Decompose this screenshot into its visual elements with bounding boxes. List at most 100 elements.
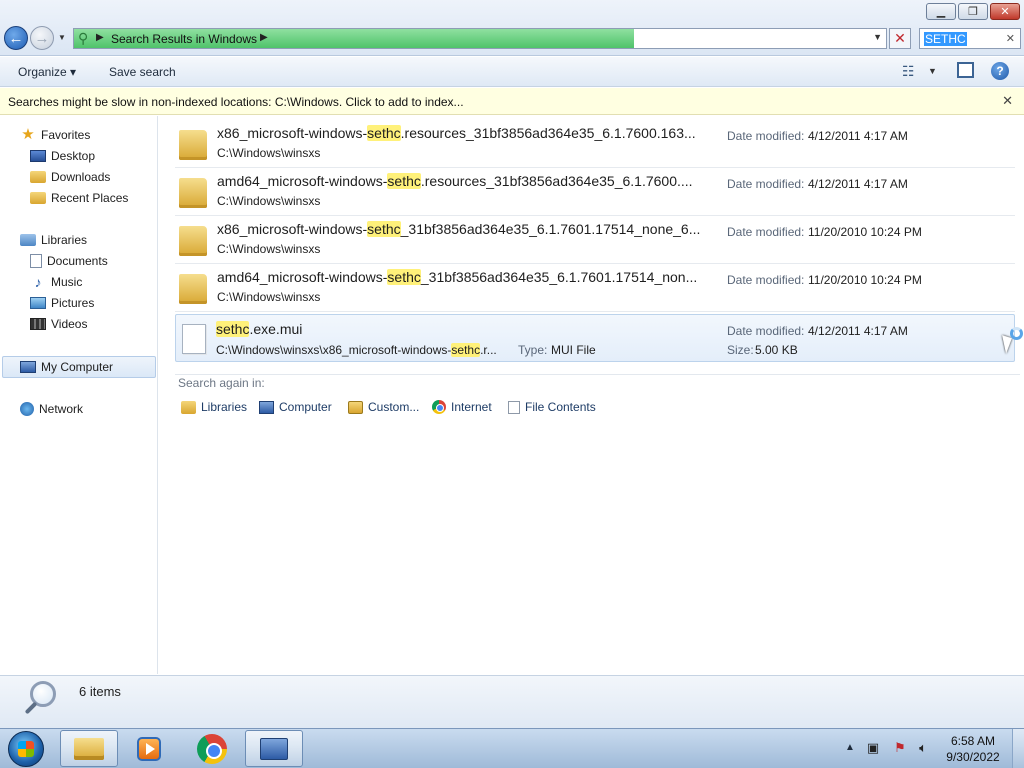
result-row[interactable]: x86_microsoft-windows-sethc_31bf3856ad36… (175, 216, 1015, 264)
result-path: C:\Windows\winsxs (217, 146, 321, 160)
search-match-highlight: sethc (387, 269, 421, 285)
sidebar-item-documents[interactable]: Documents (30, 252, 108, 270)
view-options-dropdown-icon[interactable]: ▼ (928, 66, 937, 76)
clock-time[interactable]: 6:58 AM (938, 734, 1008, 748)
volume-icon[interactable]: 🔈︎ (916, 741, 930, 755)
date-modified-value: 4/12/2011 4:17 AM (808, 177, 908, 191)
search-again-label: Search again in: (178, 376, 265, 390)
index-info-bar[interactable]: Searches might be slow in non-indexed lo… (0, 88, 1024, 115)
libraries-icon (20, 234, 36, 246)
recent-pages-dropdown[interactable]: ▼ (58, 33, 66, 42)
search-again-item-label: Libraries (201, 400, 248, 414)
sidebar-item-label: My Computer (41, 360, 114, 374)
search-results-list: x86_microsoft-windows-sethc .resources_31… (159, 116, 1024, 674)
item-count: 6 items (79, 684, 121, 699)
back-button[interactable]: ← (4, 26, 28, 50)
address-dropdown-icon[interactable]: ▼ (873, 32, 882, 42)
result-name-part: x86_microsoft-windows- (217, 221, 368, 237)
details-pane: 6 items (0, 675, 1024, 728)
search-input-value[interactable]: SETHC (924, 32, 967, 46)
organize-menu[interactable]: Organize ▾ (18, 65, 76, 79)
date-modified-label: Date modified: (727, 324, 805, 338)
taskbar-media-player-button[interactable] (120, 730, 178, 767)
result-name[interactable]: x86_microsoft-windows-sethc_31bf3856ad36… (217, 221, 717, 237)
maximize-button[interactable]: ❐ (958, 3, 988, 20)
navigation-pane: ★ Favorites Desktop Downloads Recent Pla… (0, 116, 158, 674)
sidebar-item-label: Favorites (41, 128, 91, 142)
search-again-item-label: File Contents (525, 400, 596, 414)
taskbar-remote-desktop-button[interactable] (245, 730, 303, 767)
close-icon[interactable]: ✕ (1002, 93, 1013, 109)
close-button[interactable]: ✕ (990, 3, 1020, 20)
size-label: Size: (727, 343, 754, 357)
date-modified-value: 4/12/2011 4:17 AM (808, 129, 908, 143)
taskbar-chrome-button[interactable] (183, 730, 241, 767)
result-name-part: .resources_31bf3856ad364e35_6.1.7600.... (420, 173, 693, 189)
sidebar-item-label: Music (51, 275, 83, 289)
divider (175, 374, 1020, 375)
sidebar-item-videos[interactable]: Videos (30, 315, 87, 333)
search-again-libraries[interactable]: Libraries (181, 398, 247, 416)
media-player-icon (137, 736, 161, 761)
chrome-icon (432, 400, 446, 414)
forward-button[interactable]: → (30, 26, 54, 50)
sidebar-item-libraries[interactable]: Libraries (20, 231, 87, 249)
sidebar-item-favorites[interactable]: ★ Favorites (20, 126, 90, 144)
action-center-flag-icon[interactable]: ⚑ (893, 741, 907, 755)
search-again-internet[interactable]: Internet (432, 398, 492, 416)
help-icon[interactable]: ? (991, 62, 1009, 80)
sidebar-item-pictures[interactable]: Pictures (30, 294, 94, 312)
change-view-icon[interactable]: ☷ (902, 63, 915, 80)
breadcrumb-search-results[interactable]: Search Results in Windows (111, 32, 257, 46)
sidebar-item-music[interactable]: ♪ Music (30, 273, 83, 291)
preview-pane-icon[interactable] (957, 62, 974, 78)
result-path: C:\Windows\winsxs (217, 290, 321, 304)
start-button[interactable] (8, 731, 44, 767)
search-again-file-contents[interactable]: File Contents (508, 398, 596, 416)
desktop-icon (30, 150, 46, 162)
result-row[interactable]: x86_microsoft-windows-sethc.resources_31… (175, 120, 1015, 168)
sidebar-item-network[interactable]: Network (20, 400, 83, 418)
clock-date[interactable]: 9/30/2022 (938, 750, 1008, 764)
date-modified-label: Date modified: (727, 177, 805, 191)
computer-icon (259, 400, 274, 414)
breadcrumb-arrow-icon[interactable]: ▶ (96, 32, 104, 43)
sidebar-item-desktop[interactable]: Desktop (30, 147, 95, 165)
stop-search-button[interactable]: ✕ (889, 28, 911, 49)
search-again-computer[interactable]: Computer (259, 398, 332, 416)
result-name-part: _31bf3856ad364e35_6.1.7601.17514_non... (420, 269, 698, 285)
result-row[interactable]: amd64_microsoft-windows-sethc_31bf3856ad… (175, 264, 1015, 312)
minimize-button[interactable]: ▁ (926, 3, 956, 20)
result-name[interactable]: amd64_microsoft-windows-sethc_31bf3856ad… (217, 269, 717, 285)
save-search-button[interactable]: Save search (109, 65, 176, 79)
info-bar-message[interactable]: Searches might be slow in non-indexed lo… (8, 95, 464, 109)
sidebar-item-downloads[interactable]: Downloads (30, 168, 110, 186)
clear-search-icon[interactable]: ✕ (1006, 32, 1015, 45)
result-name-part: .exe.mui (249, 321, 303, 337)
result-path-part: .r... (480, 343, 497, 357)
search-again-custom[interactable]: Custom... (348, 398, 419, 416)
title-bar: ▁ ❐ ✕ ← → ▼ ⚲ ▶ Search Results in Window… (0, 0, 1024, 56)
result-name-part: _31bf3856ad364e35_6.1.7601.17514_none_6.… (400, 221, 701, 237)
result-row-selected[interactable]: sethc.exe.mui C:\Windows\winsxs\x86_micr… (175, 314, 1015, 362)
result-name[interactable]: sethc.exe.mui (216, 321, 716, 337)
folder-icon (179, 226, 207, 256)
show-hidden-icons-icon[interactable]: ▲ (845, 742, 855, 753)
result-name[interactable]: amd64_microsoft-windows-sethc.resources_… (217, 173, 717, 189)
network-tray-icon[interactable]: ▣ (866, 741, 880, 755)
search-input[interactable]: SETHC ✕ (919, 28, 1021, 49)
sidebar-item-my-computer[interactable]: My Computer (20, 358, 113, 376)
sidebar-item-recent-places[interactable]: Recent Places (30, 189, 128, 207)
organize-label: Organize (18, 65, 67, 79)
sidebar-item-label: Libraries (41, 233, 88, 247)
result-path: C:\Windows\winsxs (217, 194, 321, 208)
address-bar[interactable]: ⚲ ▶ Search Results in Windows ▶ ▼ (73, 28, 887, 49)
show-desktop-button[interactable] (1012, 729, 1024, 768)
taskbar-explorer-button[interactable] (60, 730, 118, 767)
result-name[interactable]: x86_microsoft-windows-sethc.resources_31… (217, 125, 717, 141)
result-row[interactable]: amd64_microsoft-windows-sethc.resources_… (175, 168, 1015, 216)
date-modified-value: 4/12/2011 4:17 AM (808, 324, 908, 338)
breadcrumb-arrow-icon[interactable]: ▶ (260, 32, 268, 43)
videos-icon (30, 318, 46, 330)
type-value: MUI File (551, 343, 596, 357)
